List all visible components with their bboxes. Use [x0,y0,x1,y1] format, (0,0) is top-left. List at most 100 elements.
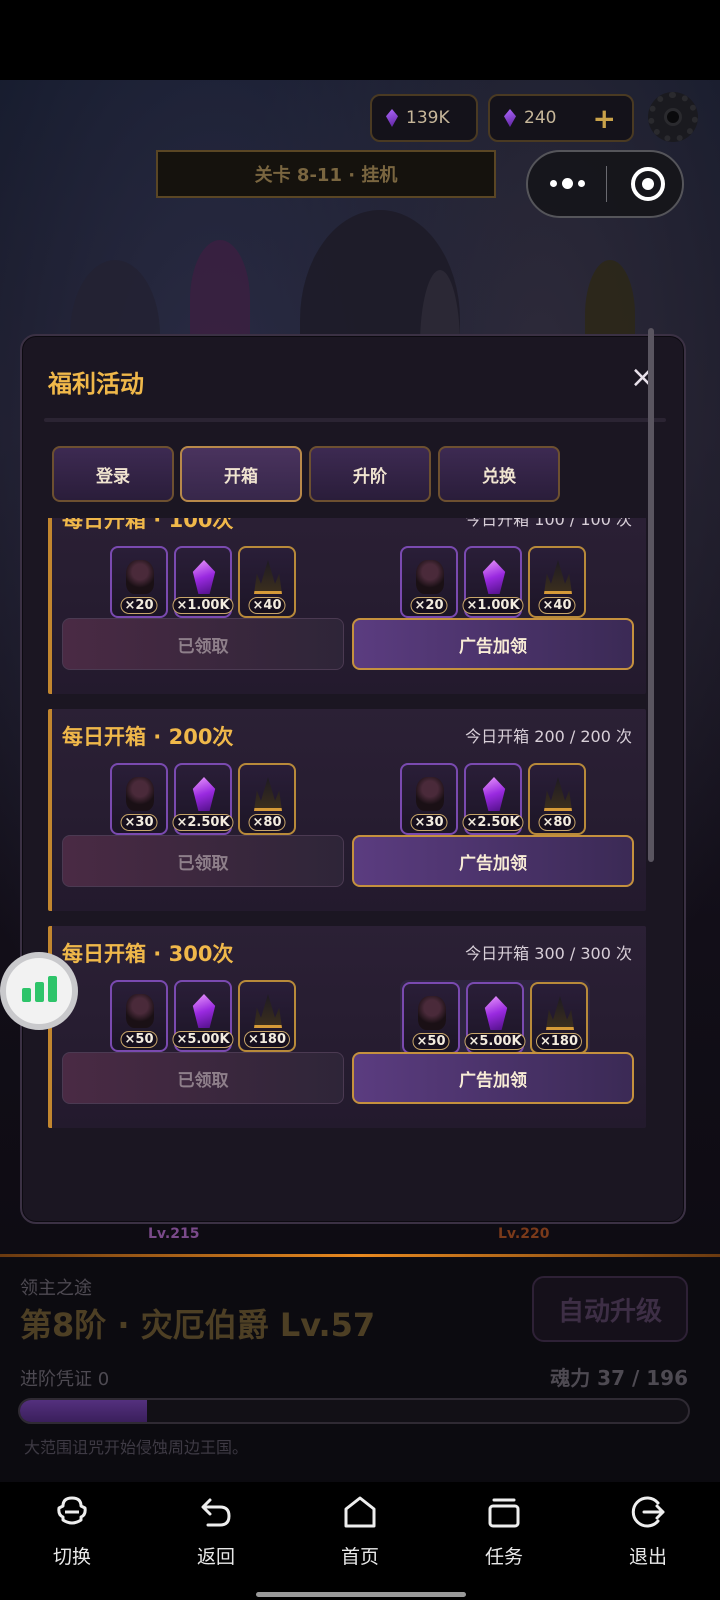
reward-item: ×2.50K [172,763,234,835]
floating-stats-button[interactable] [0,952,78,1030]
card-progress: 今日开箱 200 / 200 次 [465,727,632,746]
back-icon [201,1498,231,1527]
reward-item: ×80 [528,763,586,835]
lord-title: 第8阶 · 灾厄伯爵 Lv.57 [20,1306,376,1344]
card-progress: 今日开箱 100 / 100 次 [465,518,632,529]
divider-line [0,1254,720,1257]
soul-gem-amount: 139K [406,108,450,128]
modal-title: 福利活动 [48,370,144,398]
tab-login[interactable]: 登录 [52,446,174,502]
claimed-button[interactable]: 已领取 [62,1052,344,1104]
reward-item: ×1.00K [172,546,234,618]
ad-rewards: ×20 ×1.00K ×40 [400,546,586,618]
reward-item: ×2.50K [462,763,524,835]
soul-crystal-icon [192,777,216,811]
reward-item: ×20 [110,546,168,618]
monster-shard-icon [126,994,154,1028]
add-crystal-button[interactable]: + [592,102,615,135]
soul-crystal-icon [192,994,216,1028]
claimed-button[interactable]: 已领取 [62,835,344,887]
tab-exchange[interactable]: 兑换 [438,446,560,502]
nav-home[interactable]: 首页 [288,1482,432,1600]
lore-text: 大范围诅咒开始侵蚀周边王国。 [24,1438,249,1457]
reward-item: ×1.00K [462,546,524,618]
soul-gem-icon [386,109,398,127]
reward-item: ×50 [402,982,460,1054]
tab-ascend[interactable]: 升阶 [309,446,431,502]
card-title: 每日开箱 · 200次 [62,725,234,749]
nav-tasks[interactable]: 任务 [432,1482,576,1600]
more-menu-button[interactable] [528,177,606,189]
exit-icon [631,1496,665,1528]
reward-item: ×5.00K [464,982,526,1054]
reward-item: ×30 [400,763,458,835]
claimed-button[interactable]: 已领取 [62,618,344,670]
reward-item: ×180 [530,982,588,1054]
bar-chart-icon [21,988,31,1002]
card-title: 每日开箱 · 300次 [62,942,234,966]
nav-back[interactable]: 返回 [144,1482,288,1600]
level-tag-right: Lv.220 [498,1226,550,1242]
home-icon [344,1496,376,1528]
reward-item: ×50 [110,980,168,1052]
modal-divider [44,418,666,422]
nav-switch[interactable]: 切换 [0,1482,144,1600]
card-title: 每日开箱 · 100次 [62,518,234,532]
reward-item: ×40 [528,546,586,618]
reward-card-100: 每日开箱 · 100次 今日开箱 100 / 100 次 ×20 ×1.00K … [48,518,646,694]
reward-item: ×20 [400,546,458,618]
tasks-icon [488,1498,520,1528]
monster-shard-icon [416,777,444,811]
stage-label: 关卡 8-11 · 挂机 [156,150,496,198]
dark-crown-icon [254,994,282,1028]
reward-card-300: 每日开箱 · 300次 今日开箱 300 / 300 次 ×50 ×5.00K … [48,926,646,1128]
soul-crystal-icon [482,560,506,594]
monster-shard-icon [416,560,444,594]
auto-upgrade-button[interactable]: 自动升级 [532,1276,688,1342]
soul-power: 魂力 37 / 196 [550,1366,688,1390]
ad-claim-button[interactable]: 广告加领 [352,835,634,887]
reward-card-200: 每日开箱 · 200次 今日开箱 200 / 200 次 ×30 ×2.50K … [48,709,646,911]
lord-subtitle: 领主之途 [20,1278,92,1299]
monster-shard-icon [418,996,446,1030]
reward-item: ×30 [110,763,168,835]
ad-claim-button[interactable]: 广告加领 [352,1052,634,1104]
reward-item: ×5.00K [172,980,234,1052]
free-rewards: ×20 ×1.00K ×40 [110,546,296,618]
soul-gem-counter: 139K [370,94,478,142]
switch-icon [57,1496,87,1525]
settings-gear-icon[interactable] [648,92,698,142]
free-rewards: ×30 ×2.50K ×80 [110,763,296,835]
crystal-counter: 240 + [488,94,634,142]
dark-crown-icon [254,777,282,811]
reward-list-scrollbar[interactable] [648,328,654,862]
level-tag-left: Lv.215 [148,1226,200,1242]
reward-item: ×40 [238,546,296,618]
dark-crown-icon [546,996,574,1030]
monster-shard-icon [126,560,154,594]
nav-exit[interactable]: 退出 [576,1482,720,1600]
crystal-amount: 240 [524,108,557,128]
reward-list[interactable]: 每日开箱 · 100次 今日开箱 100 / 100 次 ×20 ×1.00K … [48,518,654,1158]
welfare-modal: 福利活动 × 登录 开箱 升阶 兑换 每日开箱 · 100次 今日开箱 100 … [20,334,686,1224]
crystal-icon [504,109,516,127]
tab-open-chest[interactable]: 开箱 [180,446,302,502]
ad-claim-button[interactable]: 广告加领 [352,618,634,670]
ad-rewards: ×30 ×2.50K ×80 [400,763,586,835]
home-indicator [256,1592,466,1597]
reward-item: ×180 [238,980,296,1052]
soul-progress-bar [18,1398,690,1424]
dark-crown-icon [544,560,572,594]
soul-crystal-icon [192,560,216,594]
ad-rewards: ×50 ×5.00K ×180 [400,980,590,1056]
soul-crystal-icon [484,996,508,1030]
close-mini-program-button[interactable] [631,167,665,201]
reward-item: ×80 [238,763,296,835]
dark-crown-icon [254,560,282,594]
free-rewards: ×50 ×5.00K ×180 [110,980,296,1052]
advance-token: 进阶凭证 0 [20,1369,110,1390]
card-progress: 今日开箱 300 / 300 次 [465,944,632,963]
monster-shard-icon [126,777,154,811]
bottom-nav: 切换 返回 首页 任务 退出 [0,1482,720,1600]
dark-crown-icon [544,777,572,811]
